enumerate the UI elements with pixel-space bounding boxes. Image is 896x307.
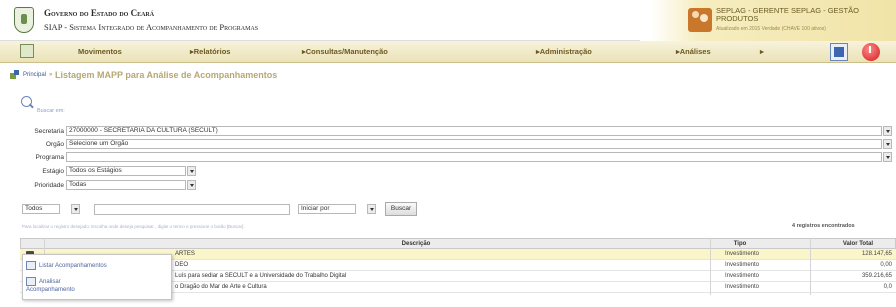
header-descricao[interactable]: Descrição <box>376 241 456 247</box>
menu-consultas[interactable]: Consultas/Manutenção <box>302 47 388 56</box>
orgao-label: Orgão <box>45 141 64 148</box>
estagio-row: Estágio Todos os Estágios <box>0 166 896 177</box>
home-icon[interactable] <box>20 44 34 58</box>
row-valor: 128.147,65 <box>861 251 892 257</box>
chevron-down-icon[interactable] <box>187 180 196 190</box>
header-valor-total[interactable]: Valor Total <box>833 241 883 247</box>
main-menu-bar: Movimentos Relatórios Consultas/Manutenç… <box>0 41 896 63</box>
records-count: 4 registros encontrados <box>792 223 855 229</box>
state-crest-logo <box>14 7 34 33</box>
prioridade-row: Prioridade Todas <box>0 180 896 191</box>
prioridade-label: Prioridade <box>34 182 64 189</box>
app-header: Governo do Estado do Ceará SIAP - Sistem… <box>0 0 896 41</box>
chevron-down-icon[interactable] <box>71 204 80 214</box>
row-tipo: Investimento <box>725 251 760 257</box>
search-field-select[interactable]: Todos <box>22 204 60 214</box>
table-header: Descrição Tipo Valor Total <box>20 238 896 249</box>
menu-item-label: Analisar <box>39 279 61 285</box>
secretaria-label: Secretaria <box>34 128 64 135</box>
breadcrumb-separator: » <box>49 72 53 78</box>
secretaria-select[interactable]: 27000000 - SECRETARIA DA CULTURA (SECULT… <box>66 126 882 136</box>
row-tipo: Investimento <box>725 262 760 268</box>
column-divider <box>810 238 811 295</box>
list-icon <box>26 261 36 270</box>
row-descricao: Luís para sediar a SECULT e a Universida… <box>175 273 347 279</box>
chevron-down-icon[interactable] <box>187 166 196 176</box>
orgao-select[interactable]: Selecione um Orgão <box>66 139 882 149</box>
user-avatar-icon <box>688 8 712 32</box>
programa-row: Programa <box>0 152 896 163</box>
row-valor: 359.216,65 <box>861 273 892 279</box>
menu-movimentos[interactable]: Movimentos <box>78 47 122 56</box>
users-icon <box>10 70 20 79</box>
estagio-select[interactable]: Todos os Estágios <box>66 166 186 176</box>
menu-item-label: Listar Acompanhamentos <box>39 263 107 269</box>
document-icon[interactable] <box>830 43 848 61</box>
menu-item-label-line2: Acompanhamento <box>26 287 75 293</box>
row-descricao: o Dragão do Mar de Arte e Cultura <box>175 284 267 290</box>
programa-select[interactable] <box>66 152 882 162</box>
page-title: Listagem MAPP para Análise de Acompanham… <box>55 70 278 80</box>
user-area: PRODUTOS <box>716 14 759 23</box>
chevron-down-icon[interactable] <box>367 204 376 214</box>
row-context-menu: Listar Acompanhamentos Analisar Acompanh… <box>22 254 172 300</box>
chevron-down-icon[interactable] <box>883 139 892 149</box>
row-valor: 0,00 <box>880 262 892 268</box>
row-tipo: Investimento <box>725 273 760 279</box>
user-status: Atualizado em 2015 Verdade (CHAVE 100 at… <box>716 26 826 32</box>
row-tipo: Investimento <box>725 284 760 290</box>
row-valor: 0,0 <box>883 284 892 290</box>
search-input[interactable] <box>94 204 290 215</box>
row-descricao: DEO <box>175 262 189 268</box>
row-descricao: ARTES <box>175 251 195 257</box>
menu-administracao[interactable]: Administração <box>536 47 592 56</box>
secretaria-row: Secretaria 27000000 - SECRETARIA DA CULT… <box>0 126 896 137</box>
orgao-row: Orgão Selecione um Orgão <box>0 139 896 150</box>
system-title: SIAP - Sistema Integrado de Acompanhamen… <box>44 22 259 32</box>
search-hint: Para localizar o registro desejado: Esco… <box>22 224 245 229</box>
search-label: Buscar em: <box>37 108 65 114</box>
menu-relatorios[interactable]: Relatórios <box>190 47 231 56</box>
magnifier-icon[interactable] <box>21 96 35 110</box>
chevron-down-icon[interactable] <box>883 126 892 136</box>
logout-power-icon[interactable] <box>862 43 880 61</box>
column-divider <box>710 238 711 295</box>
search-button[interactable]: Buscar <box>385 202 417 216</box>
government-title: Governo do Estado do Ceará <box>44 8 155 18</box>
header-tipo[interactable]: Tipo <box>725 241 755 247</box>
estagio-label: Estágio <box>42 168 64 175</box>
breadcrumb-home-link[interactable]: Principal <box>23 72 46 78</box>
programa-label: Programa <box>35 154 64 161</box>
filter-bar: Todos Iniciar por Buscar <box>0 201 896 217</box>
search-mode-select[interactable]: Iniciar por <box>298 204 356 214</box>
menu-analises[interactable]: Análises <box>676 47 711 56</box>
prioridade-select[interactable]: Todas <box>66 180 186 190</box>
chevron-down-icon[interactable] <box>883 152 892 162</box>
analyze-icon <box>26 277 36 286</box>
menu-more-arrow-icon[interactable]: ▸ <box>760 47 764 56</box>
